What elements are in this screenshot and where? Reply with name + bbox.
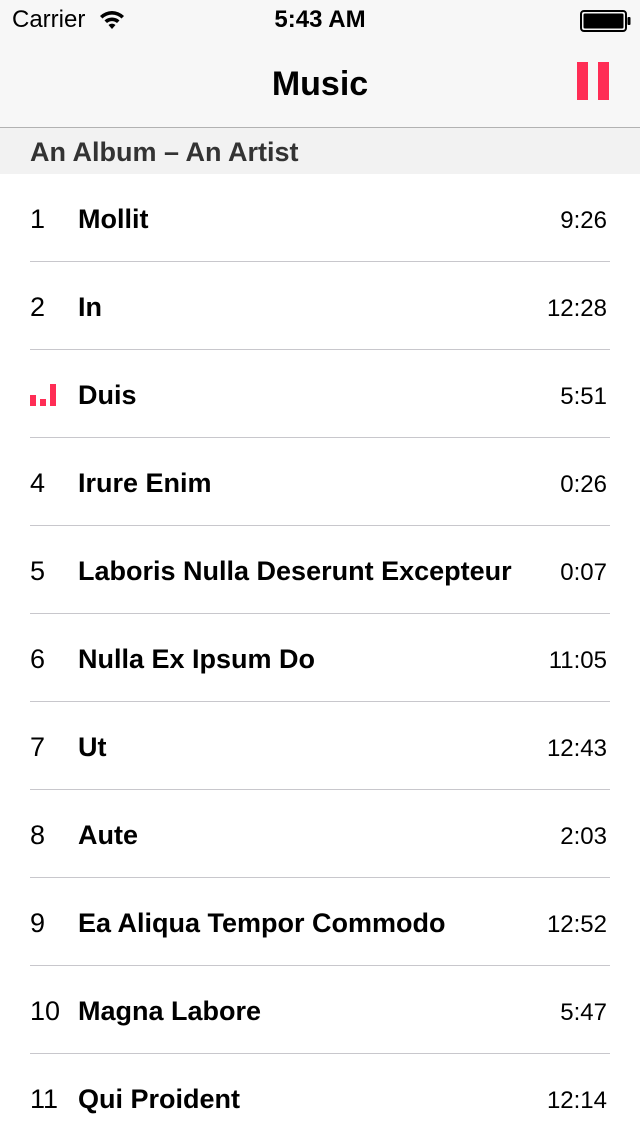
album-artist-title: An Album – An Artist xyxy=(30,137,299,167)
track-duration: 5:47 xyxy=(560,999,607,1026)
track-duration: 0:26 xyxy=(560,471,607,498)
track-list: 1 Mollit 9:26 2 In 12:28 Duis 5:51 4 Irure Enim 0:… xyxy=(0,174,640,1142)
clock: 5:43 AM xyxy=(274,6,366,33)
track-row[interactable]: 8 Aute 2:03 xyxy=(0,790,640,878)
track-number: 6 xyxy=(30,644,46,674)
track-number: 9 xyxy=(30,908,46,938)
track-number: 7 xyxy=(30,732,46,762)
track-title: Qui Proident xyxy=(78,1084,240,1114)
track-row[interactable]: 7 Ut 12:43 xyxy=(0,702,640,790)
track-title: Duis xyxy=(78,380,137,410)
track-title: Laboris Nulla Deserunt Excepteur xyxy=(78,556,512,586)
track-row[interactable]: 6 Nulla Ex Ipsum Do 11:05 xyxy=(0,614,640,702)
track-duration: 12:28 xyxy=(546,295,607,322)
track-row[interactable]: 9 Ea Aliqua Tempor Commodo 12:52 xyxy=(0,878,640,966)
track-number: 1 xyxy=(30,204,46,234)
track-title: Magna Labore xyxy=(78,996,262,1026)
track-duration: 12:14 xyxy=(546,1087,607,1114)
track-number: 8 xyxy=(30,820,46,850)
track-title: Mollit xyxy=(78,204,149,234)
track-number: 5 xyxy=(30,556,46,586)
battery-full-icon xyxy=(580,10,631,32)
track-duration: 12:43 xyxy=(546,735,607,762)
track-duration: 0:07 xyxy=(560,559,607,586)
pause-icon xyxy=(577,62,588,100)
track-number: 2 xyxy=(30,292,46,322)
track-row[interactable]: 10 Magna Labore 5:47 xyxy=(0,966,640,1054)
track-duration: 11:05 xyxy=(548,647,607,674)
pause-button[interactable] xyxy=(566,50,622,106)
now-playing-icon xyxy=(30,384,56,406)
track-duration: 2:03 xyxy=(560,823,607,850)
track-row[interactable]: 1 Mollit 9:26 xyxy=(0,174,640,262)
section-header: An Album – An Artist xyxy=(0,128,640,174)
navigation-bar: Music xyxy=(0,40,640,128)
track-title: Irure Enim xyxy=(78,468,212,498)
track-title: Nulla Ex Ipsum Do xyxy=(78,644,316,674)
track-number: 11 xyxy=(30,1084,59,1114)
track-title: Aute xyxy=(78,820,138,850)
track-title: Ut xyxy=(78,732,107,762)
track-row[interactable]: 5 Laboris Nulla Deserunt Excepteur 0:07 xyxy=(0,526,640,614)
track-number: 10 xyxy=(30,996,61,1026)
track-title: In xyxy=(78,292,102,322)
track-row[interactable]: Duis 5:51 xyxy=(0,350,640,438)
track-number: 4 xyxy=(30,468,46,498)
page-title: Music xyxy=(271,65,369,103)
track-duration: 5:51 xyxy=(560,383,607,410)
pause-icon-bar xyxy=(598,62,609,100)
track-row[interactable]: 11 Qui Proident 12:14 xyxy=(0,1054,640,1142)
track-row[interactable]: 4 Irure Enim 0:26 xyxy=(0,438,640,526)
track-duration: 12:52 xyxy=(546,911,607,938)
track-row[interactable]: 2 In 12:28 xyxy=(0,262,640,350)
track-title: Ea Aliqua Tempor Commodo xyxy=(78,908,446,938)
track-duration: 9:26 xyxy=(560,207,607,234)
status-bar: Carrier 5:43 AM xyxy=(0,0,640,40)
